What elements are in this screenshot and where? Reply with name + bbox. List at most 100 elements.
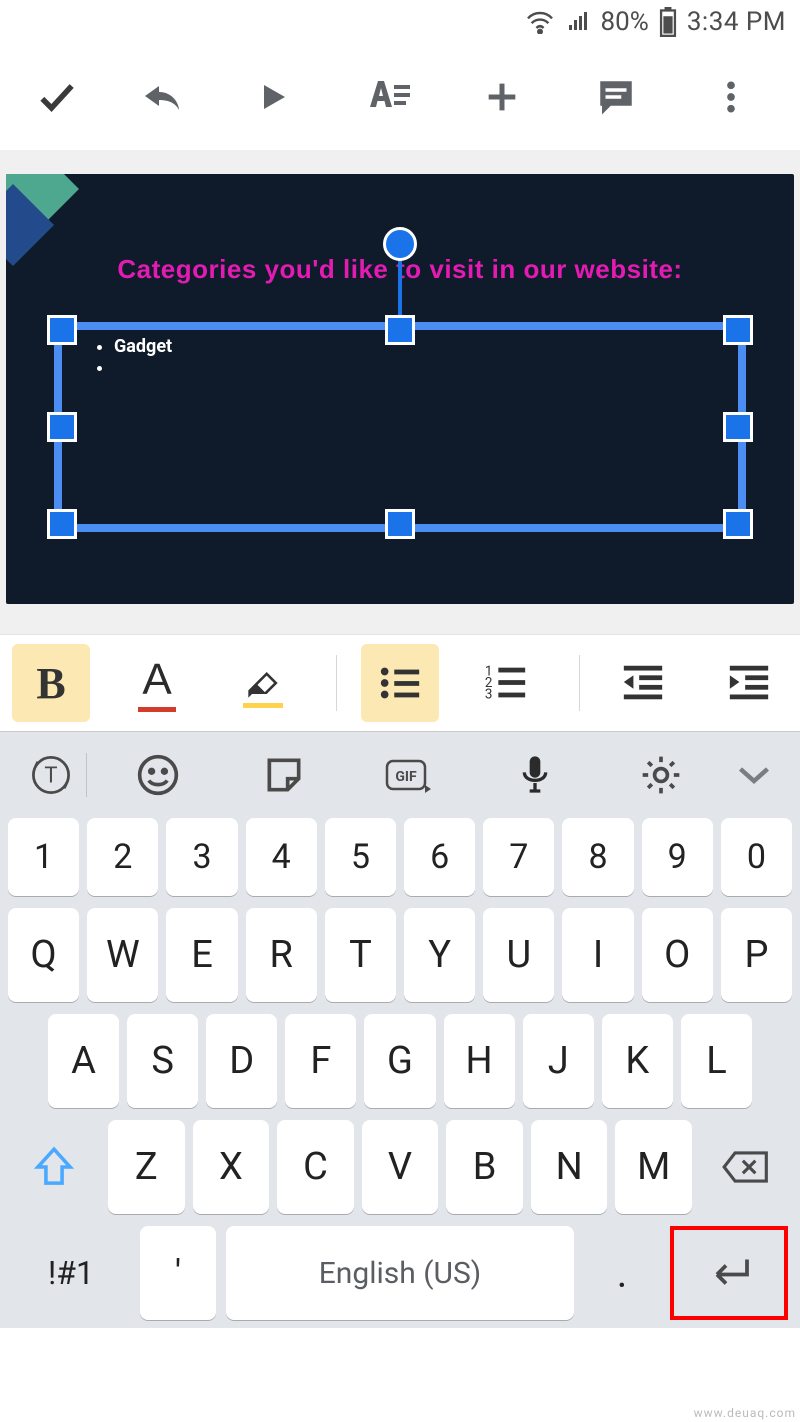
key-w[interactable]: W	[87, 908, 158, 1002]
svg-text:GIF: GIF	[396, 769, 418, 785]
bullet-item[interactable]	[114, 357, 172, 378]
text-format-button[interactable]	[331, 44, 445, 150]
key-b[interactable]: B	[446, 1120, 523, 1214]
resize-handle-bl[interactable]	[47, 509, 77, 539]
key-f[interactable]: F	[285, 1014, 356, 1108]
key-backspace[interactable]	[700, 1120, 792, 1214]
key-7[interactable]: 7	[483, 818, 554, 896]
overflow-button[interactable]	[674, 44, 788, 150]
key-a[interactable]: A	[48, 1014, 119, 1108]
key-n[interactable]: N	[531, 1120, 608, 1214]
key-enter[interactable]	[670, 1226, 788, 1320]
key-p[interactable]: P	[721, 908, 792, 1002]
app-toolbar	[0, 44, 800, 150]
key-period[interactable]: .	[584, 1226, 660, 1320]
key-c[interactable]: C	[277, 1120, 354, 1214]
key-g[interactable]: G	[364, 1014, 435, 1108]
resize-handle-tr[interactable]	[723, 315, 753, 345]
key-z[interactable]: Z	[108, 1120, 185, 1214]
resize-handle-tl[interactable]	[47, 315, 77, 345]
divider	[579, 655, 580, 711]
highlight-color-button[interactable]	[224, 644, 302, 722]
gif-icon[interactable]: GIF	[347, 755, 473, 795]
keyboard-settings-icon[interactable]	[598, 753, 724, 797]
svg-text:T: T	[44, 764, 57, 789]
add-button[interactable]	[445, 44, 559, 150]
undo-button[interactable]	[102, 44, 216, 150]
key-3[interactable]: 3	[166, 818, 237, 896]
key-0[interactable]: 0	[721, 818, 792, 896]
present-button[interactable]	[216, 44, 330, 150]
key-k[interactable]: K	[602, 1014, 673, 1108]
resize-handle-mr[interactable]	[723, 412, 753, 442]
status-time: 3:34 PM	[687, 7, 786, 37]
key-2[interactable]: 2	[87, 818, 158, 896]
key-u[interactable]: U	[483, 908, 554, 1002]
key-v[interactable]: V	[362, 1120, 439, 1214]
key-6[interactable]: 6	[404, 818, 475, 896]
key-o[interactable]: O	[642, 908, 713, 1002]
key-5[interactable]: 5	[325, 818, 396, 896]
text-format-bar: B A 123	[0, 634, 800, 732]
key-h[interactable]: H	[444, 1014, 515, 1108]
voice-input-icon[interactable]	[472, 753, 598, 797]
key-l[interactable]: L	[681, 1014, 752, 1108]
decrease-indent-button[interactable]	[604, 644, 682, 722]
key-9[interactable]: 9	[642, 818, 713, 896]
key-symbols[interactable]: !#1	[12, 1226, 130, 1320]
key-1[interactable]: 1	[8, 818, 79, 896]
resize-handle-tm[interactable]	[385, 315, 415, 345]
text-color-button[interactable]: A	[118, 644, 196, 722]
slide[interactable]: Categories you'd like to visit in our we…	[6, 174, 794, 604]
sticker-icon[interactable]	[221, 753, 347, 797]
watermark: www.deuaq.com	[694, 1406, 796, 1420]
key-shift[interactable]	[8, 1120, 100, 1214]
divider	[336, 655, 337, 711]
key-d[interactable]: D	[206, 1014, 277, 1108]
key-4[interactable]: 4	[246, 818, 317, 896]
selected-textbox[interactable]: Gadget	[54, 322, 746, 532]
resize-handle-br[interactable]	[723, 509, 753, 539]
key-apostrophe[interactable]: '	[140, 1226, 216, 1320]
resize-handle-bm[interactable]	[385, 509, 415, 539]
key-row-2: A S D F G H J K L	[6, 1014, 794, 1108]
rotate-handle[interactable]	[383, 227, 417, 261]
key-q[interactable]: Q	[8, 908, 79, 1002]
bold-button[interactable]: B	[12, 644, 90, 722]
key-i[interactable]: I	[562, 908, 633, 1002]
emoji-icon[interactable]	[95, 753, 221, 797]
key-8[interactable]: 8	[562, 818, 633, 896]
textbox-content[interactable]: Gadget	[86, 336, 172, 378]
text-tools-icon[interactable]: T	[16, 753, 86, 797]
wifi-icon	[525, 10, 555, 34]
key-t[interactable]: T	[325, 908, 396, 1002]
key-j[interactable]: J	[523, 1014, 594, 1108]
key-space[interactable]: English (US)	[226, 1226, 574, 1320]
keyboard-collapse-icon[interactable]	[724, 763, 784, 787]
comment-button[interactable]	[559, 44, 673, 150]
key-row-bottom: !#1 ' English (US) .	[6, 1226, 794, 1320]
numbered-list-button[interactable]: 123	[467, 644, 545, 722]
battery-icon	[659, 7, 677, 37]
bullet-item[interactable]: Gadget	[114, 336, 172, 357]
key-m[interactable]: M	[615, 1120, 692, 1214]
key-r[interactable]: R	[246, 908, 317, 1002]
key-e[interactable]: E	[166, 908, 237, 1002]
key-row-numbers: 1 2 3 4 5 6 7 8 9 0	[6, 818, 794, 896]
soft-keyboard: T GIF 1 2 3 4 5 6 7 8 9	[0, 732, 800, 1328]
key-y[interactable]: Y	[404, 908, 475, 1002]
key-x[interactable]: X	[193, 1120, 270, 1214]
key-row-3: Z X C V B N M	[6, 1120, 794, 1214]
increase-indent-button[interactable]	[710, 644, 788, 722]
resize-handle-ml[interactable]	[47, 412, 77, 442]
done-button[interactable]	[12, 44, 102, 150]
bulleted-list-button[interactable]	[361, 644, 439, 722]
key-row-1: Q W E R T Y U I O P	[6, 908, 794, 1002]
status-bar: 80% 3:34 PM	[0, 0, 800, 44]
svg-text:3: 3	[485, 687, 493, 702]
signal-icon	[565, 10, 591, 34]
key-s[interactable]: S	[127, 1014, 198, 1108]
keyboard-toolbar: T GIF	[0, 732, 800, 818]
slide-canvas-area[interactable]: Categories you'd like to visit in our we…	[0, 150, 800, 634]
battery-percentage: 80%	[601, 7, 649, 37]
